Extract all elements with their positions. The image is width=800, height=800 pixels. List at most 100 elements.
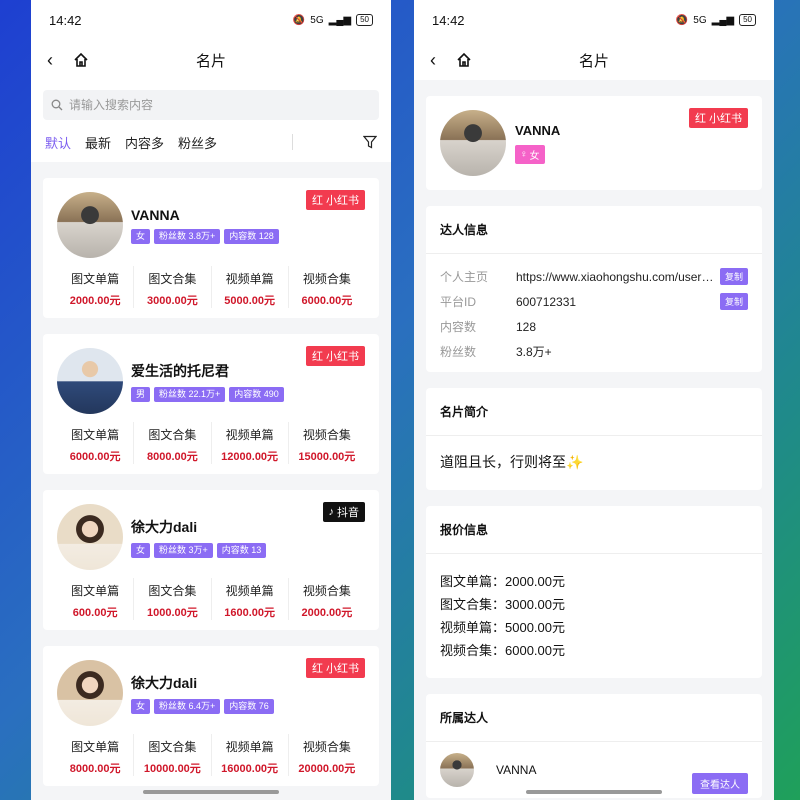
search-box[interactable] xyxy=(43,90,379,120)
price-value: 5000.00元 xyxy=(224,295,275,307)
info-key: 内容数 xyxy=(440,320,477,334)
price-label: 图文单篇 xyxy=(71,740,120,754)
price-value: 16000.00元 xyxy=(221,763,279,775)
platform-label: 小红书 xyxy=(709,113,742,125)
search-input[interactable] xyxy=(69,98,371,112)
quote-line: 图文合集：3000.00元 xyxy=(440,597,565,612)
price-label: 图文合集 xyxy=(148,740,197,754)
tab-default[interactable]: 默认 xyxy=(45,133,71,152)
price-value: 600.00元 xyxy=(72,607,118,619)
intro-text: 道阻且长，行则将至✨ xyxy=(440,454,584,470)
section-title: 达人信息 xyxy=(426,206,762,254)
contents-tag: 内容数 13 xyxy=(216,542,267,558)
price-row: 图文单篇 600.00元 图文合集 1000.00元 视频单篇 1600.00元 视频… xyxy=(57,578,365,620)
nav-bar: ‹ 名片 xyxy=(31,40,391,80)
contents-tag: 内容数 76 xyxy=(224,698,274,714)
owner-name: VANNA xyxy=(496,763,537,777)
price-value: 12000.00元 xyxy=(221,451,279,463)
price-label: 视频合集 xyxy=(302,584,351,598)
copy-homepage-button[interactable]: 复制 xyxy=(719,268,748,285)
talent-name: 徐大力dali xyxy=(131,674,198,691)
followers-tag: 粉丝数 22.1万+ xyxy=(154,386,226,402)
platform-label: 小红书 xyxy=(326,195,359,207)
status-bar: 14:42 🔕 5G ▂▄▆ 50 xyxy=(31,0,391,40)
mute-bell-icon: 🔕 xyxy=(675,14,689,26)
nav-bar: ‹ 名片 xyxy=(414,40,774,80)
profile-card: VANNA ♀ 女 红小红书 xyxy=(426,96,762,190)
status-time: 14:42 xyxy=(49,12,82,28)
battery-icon: 50 xyxy=(739,14,756,26)
price-value: 6000.00元 xyxy=(69,451,121,463)
info-key: 个人主页 xyxy=(440,270,489,284)
section-title: 报价信息 xyxy=(426,506,762,554)
talent-card[interactable]: VANNA 女 粉丝数 3.8万+ 内容数 128 红小红书 图文单篇 2000.… xyxy=(43,178,379,318)
xiaohongshu-logo-icon: 红 xyxy=(312,195,323,207)
home-icon[interactable] xyxy=(456,52,472,68)
quote-line: 视频合集：6000.00元 xyxy=(440,643,565,658)
xiaohongshu-logo-icon: 红 xyxy=(695,113,706,125)
price-value: 3000.00元 xyxy=(146,295,198,307)
avatar xyxy=(57,192,123,258)
card-list: VANNA 女 粉丝数 3.8万+ 内容数 128 红小红书 图文单篇 2000.… xyxy=(31,162,391,786)
gender-tag: 女 xyxy=(131,698,151,714)
price-label: 视频单篇 xyxy=(225,272,274,286)
talent-name: 徐大力dali xyxy=(131,518,198,535)
info-value: https://www.xiaohongshu.com/user/profile xyxy=(516,269,714,284)
tab-latest[interactable]: 最新 xyxy=(85,133,111,152)
talent-card[interactable]: 徐大力dali 女 粉丝数 6.4万+ 内容数 76 红小红书 图文单篇 8000… xyxy=(43,646,379,786)
network-label: 5G xyxy=(693,14,707,26)
back-arrow-icon[interactable]: ‹ xyxy=(430,50,446,71)
avatar xyxy=(440,110,506,176)
filter-icon[interactable] xyxy=(363,135,377,149)
copy-id-button[interactable]: 复制 xyxy=(719,293,748,310)
female-icon: ♀ xyxy=(520,148,528,160)
gender-tag: 女 xyxy=(131,542,151,558)
section-title: 所属达人 xyxy=(426,694,762,742)
xiaohongshu-logo-icon: 红 xyxy=(312,351,323,363)
followers-tag: 粉丝数 3万+ xyxy=(154,542,213,558)
home-icon[interactable] xyxy=(73,52,89,68)
home-indicator[interactable] xyxy=(143,790,279,794)
price-value: 1000.00元 xyxy=(146,607,198,619)
home-indicator[interactable] xyxy=(526,790,662,794)
card-detail-screen: 14:42 🔕 5G ▂▄▆ 50 ‹ 名片 VANNA ♀ 女 红小红书 达人信… xyxy=(414,0,774,800)
search-icon xyxy=(51,99,63,111)
view-talent-button[interactable]: 查看达人 xyxy=(692,773,748,794)
platform-badge: 红小红书 xyxy=(306,346,365,366)
price-value: 20000.00元 xyxy=(298,763,356,775)
sort-tabs: 默认 最新 内容多 粉丝多 xyxy=(31,126,391,162)
price-value: 6000.00元 xyxy=(301,295,353,307)
divider xyxy=(291,134,293,150)
avatar xyxy=(440,753,474,787)
talent-card[interactable]: 爱生活的托尼君 男 粉丝数 22.1万+ 内容数 490 红小红书 图文单篇 60… xyxy=(43,334,379,474)
platform-label: 抖音 xyxy=(337,507,359,519)
price-value: 10000.00元 xyxy=(143,763,201,775)
price-value: 2000.00元 xyxy=(69,295,121,307)
price-row: 图文单篇 8000.00元 图文合集 10000.00元 视频单篇 16000.00元… xyxy=(57,734,365,776)
price-label: 图文单篇 xyxy=(71,584,120,598)
price-value: 1600.00元 xyxy=(224,607,275,619)
info-key: 平台ID xyxy=(440,295,477,309)
price-value: 2000.00元 xyxy=(301,607,353,619)
info-row-contents: 内容数 128 xyxy=(440,314,748,339)
followers-tag: 粉丝数 6.4万+ xyxy=(154,698,221,714)
back-arrow-icon[interactable]: ‹ xyxy=(47,50,63,71)
price-label: 视频合集 xyxy=(302,428,351,442)
tab-most-followers[interactable]: 粉丝多 xyxy=(178,133,217,152)
quote-section: 报价信息 图文单篇：2000.00元 图文合集：3000.00元 视频单篇：50… xyxy=(426,506,762,678)
price-value: 8000.00元 xyxy=(146,451,198,463)
avatar xyxy=(57,660,123,726)
info-value: 600712331 xyxy=(516,294,577,309)
douyin-logo-icon: ♪ xyxy=(328,506,335,518)
price-label: 图文单篇 xyxy=(71,272,120,286)
tab-most-content[interactable]: 内容多 xyxy=(125,133,164,152)
price-label: 图文合集 xyxy=(148,272,197,286)
info-row-homepage: 个人主页 https://www.xiaohongshu.com/user/pr… xyxy=(440,264,748,289)
price-value: 8000.00元 xyxy=(69,763,121,775)
detail-body: VANNA ♀ 女 红小红书 达人信息 个人主页 https://www.xiao… xyxy=(414,80,774,798)
talent-card[interactable]: 徐大力dali 女 粉丝数 3万+ 内容数 13 ♪ 抖音 图文单篇 600.00元… xyxy=(43,490,379,630)
quote-line: 视频单篇：5000.00元 xyxy=(440,620,565,635)
price-label: 图文单篇 xyxy=(71,428,120,442)
price-label: 视频合集 xyxy=(302,272,351,286)
info-row-platform-id: 平台ID 600712331 复制 xyxy=(440,289,748,314)
